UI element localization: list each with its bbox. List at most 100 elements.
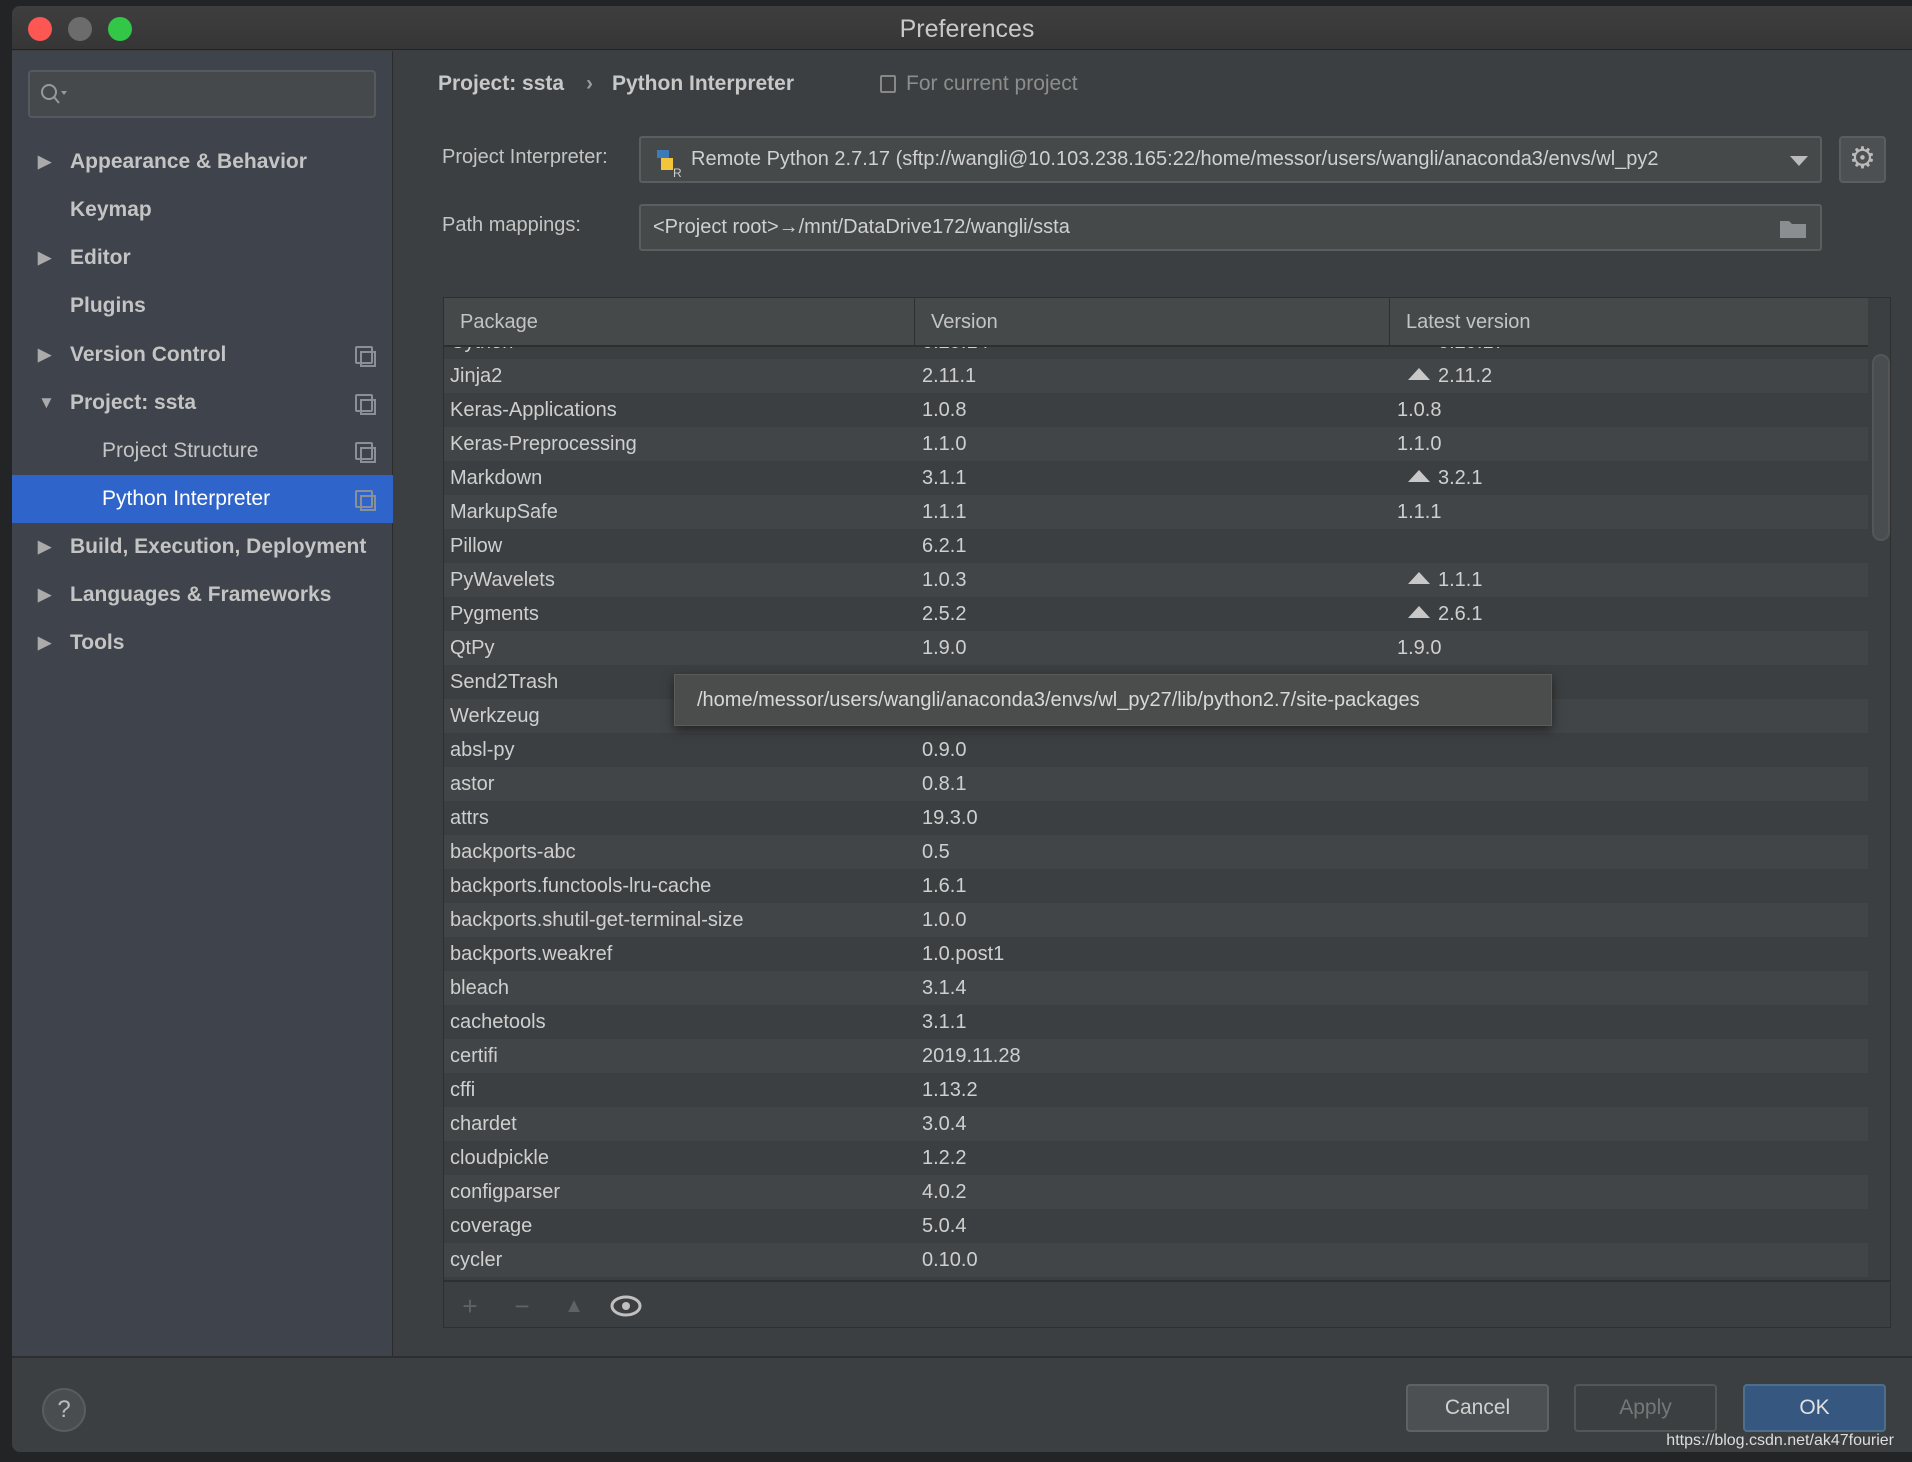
package-name: Pygments [450, 597, 539, 631]
package-latest-version-text: 1.1.0 [1397, 433, 1442, 455]
table-row[interactable]: attrs 19.3.0 [444, 801, 1868, 835]
title-bar: Preferences [12, 6, 1912, 50]
package-name-text: Pygments [450, 603, 539, 625]
collapsed-arrow-icon[interactable]: ▶ [38, 585, 51, 605]
table-row[interactable]: chardet 3.0.4 [444, 1107, 1868, 1141]
project-scope-icon [355, 490, 376, 511]
table-row[interactable]: Keras-Preprocessing 1.1.0 1.1.0 [444, 427, 1868, 461]
sidebar-item[interactable]: Project Structure [12, 427, 393, 475]
path-mappings-field[interactable]: <Project root>→/mnt/DataDrive172/wangli/… [639, 204, 1822, 251]
table-row[interactable]: Markdown 3.1.1 3.2.1 [444, 461, 1868, 495]
table-row[interactable]: Pillow 6.2.1 [444, 529, 1868, 563]
table-row[interactable]: QtPy 1.9.0 1.9.0 [444, 631, 1868, 665]
sidebar-item[interactable]: ▶ Appearance & Behavior [12, 138, 393, 186]
table-row[interactable]: configparser 4.0.2 [444, 1175, 1868, 1209]
upgrade-available-icon [1408, 572, 1430, 584]
table-row[interactable]: astor 0.8.1 [444, 767, 1868, 801]
plus-icon[interactable]: + [454, 1290, 486, 1322]
table-row[interactable]: Cython 0.29.14 0.29.17 [444, 347, 1868, 359]
upgrade-icon[interactable]: ▲ [558, 1290, 590, 1322]
packages-toolbar: + − ▲ [444, 1280, 1890, 1328]
interpreter-settings-button[interactable]: ⚙ [1839, 136, 1886, 183]
package-version: 1.2.2 [922, 1141, 966, 1175]
sidebar-item[interactable]: ▶ Languages & Frameworks [12, 571, 393, 619]
package-latest-version-text: 1.0.8 [1397, 399, 1442, 421]
table-row[interactable]: bleach 3.1.4 [444, 971, 1868, 1005]
eye-icon[interactable] [610, 1294, 642, 1318]
column-header-latest-version[interactable]: Latest version [1390, 298, 1868, 347]
package-version-text: 0.10.0 [922, 1249, 978, 1271]
table-scrollbar[interactable] [1872, 354, 1890, 541]
breadcrumb-parent[interactable]: Project: ssta [438, 72, 564, 96]
package-name-text: backports.shutil-get-terminal-size [450, 909, 744, 931]
table-row[interactable]: Jinja2 2.11.1 2.11.2 [444, 359, 1868, 393]
sidebar-item-label: Languages & Frameworks [70, 583, 332, 606]
table-row[interactable]: backports-abc 0.5 [444, 835, 1868, 869]
apply-button[interactable]: Apply [1574, 1384, 1717, 1432]
column-header-package[interactable]: Package [444, 298, 915, 347]
package-latest-version: 0.29.17 [1408, 347, 1505, 359]
package-name: certifi [450, 1039, 498, 1073]
table-row[interactable]: backports.weakref 1.0.post1 [444, 937, 1868, 971]
settings-sidebar: ▶ Appearance & Behavior Keymap ▶ Editor Plugi… [12, 51, 393, 1356]
table-row[interactable]: PyWavelets 1.0.3 1.1.1 [444, 563, 1868, 597]
sidebar-item-label: Python Interpreter [102, 487, 271, 510]
collapsed-arrow-icon[interactable]: ▶ [38, 537, 51, 557]
sidebar-item[interactable]: ▼ Project: ssta [12, 379, 393, 427]
package-name: attrs [450, 801, 489, 835]
upgrade-available-icon [1408, 368, 1430, 380]
collapsed-arrow-icon[interactable]: ▶ [38, 152, 51, 172]
search-icon [41, 84, 67, 104]
table-row[interactable]: cloudpickle 1.2.2 [444, 1141, 1868, 1175]
package-version: 4.0.2 [922, 1175, 966, 1209]
sidebar-item[interactable]: ▶ Version Control [12, 331, 393, 379]
minus-icon[interactable]: − [506, 1290, 538, 1322]
package-name: astor [450, 767, 494, 801]
package-version: 2.11.1 [922, 359, 976, 393]
package-version: 1.0.post1 [922, 937, 1004, 971]
sidebar-item[interactable]: ▶ Editor [12, 234, 393, 282]
sidebar-item[interactable]: Keymap [12, 186, 393, 234]
column-header-version[interactable]: Version [915, 298, 1390, 347]
project-scope-icon [880, 75, 896, 93]
expanded-arrow-icon[interactable]: ▼ [38, 393, 55, 413]
table-row[interactable]: certifi 2019.11.28 [444, 1039, 1868, 1073]
cancel-button[interactable]: Cancel [1406, 1384, 1549, 1432]
sidebar-item[interactable]: ▶ Tools [12, 619, 393, 667]
svg-text:R: R [673, 166, 682, 178]
collapsed-arrow-icon[interactable]: ▶ [38, 248, 51, 268]
interpreter-select[interactable]: R Remote Python 2.7.17 (sftp://wangli@10… [639, 136, 1822, 183]
interpreter-value: Remote Python 2.7.17 (sftp://wangli@10.1… [691, 148, 1659, 170]
table-row[interactable]: backports.functools-lru-cache 1.6.1 [444, 869, 1868, 903]
sidebar-item[interactable]: Plugins [12, 282, 393, 330]
package-version-text: 1.0.post1 [922, 943, 1005, 965]
sidebar-item[interactable]: ▶ Build, Execution, Deployment [12, 523, 393, 571]
table-row[interactable]: absl-py 0.9.0 [444, 733, 1868, 767]
package-name: backports.weakref [450, 937, 612, 971]
collapsed-arrow-icon[interactable]: ▶ [38, 345, 51, 365]
package-version: 3.0.4 [922, 1107, 966, 1141]
table-row[interactable]: Pygments 2.5.2 2.6.1 [444, 597, 1868, 631]
settings-search-input[interactable] [28, 70, 376, 118]
sidebar-item[interactable]: Python Interpreter [12, 475, 393, 523]
folder-icon[interactable] [1780, 219, 1808, 239]
package-name-text: MarkupSafe [450, 501, 558, 523]
scope-label: For current project [906, 72, 1078, 95]
package-name: cloudpickle [450, 1141, 549, 1175]
table-row[interactable]: cycler 0.10.0 [444, 1243, 1868, 1277]
table-row[interactable]: MarkupSafe 1.1.1 1.1.1 [444, 495, 1868, 529]
table-row[interactable]: backports.shutil-get-terminal-size 1.0.0 [444, 903, 1868, 937]
table-row[interactable]: Keras-Applications 1.0.8 1.0.8 [444, 393, 1868, 427]
package-latest-version-text: 2.11.2 [1438, 365, 1493, 387]
package-version-text: 0.5 [922, 841, 950, 863]
ok-button[interactable]: OK [1743, 1384, 1886, 1432]
package-latest-version: 2.6.1 [1408, 597, 1482, 631]
package-version: 3.1.1 [922, 461, 966, 495]
package-name: MarkupSafe [450, 495, 558, 529]
table-row[interactable]: cachetools 3.1.1 [444, 1005, 1868, 1039]
table-row[interactable]: coverage 5.0.4 [444, 1209, 1868, 1243]
collapsed-arrow-icon[interactable]: ▶ [38, 633, 51, 653]
package-latest-version-text: 1.1.1 [1438, 569, 1483, 591]
help-button[interactable]: ? [42, 1388, 86, 1432]
table-row[interactable]: cffi 1.13.2 [444, 1073, 1868, 1107]
